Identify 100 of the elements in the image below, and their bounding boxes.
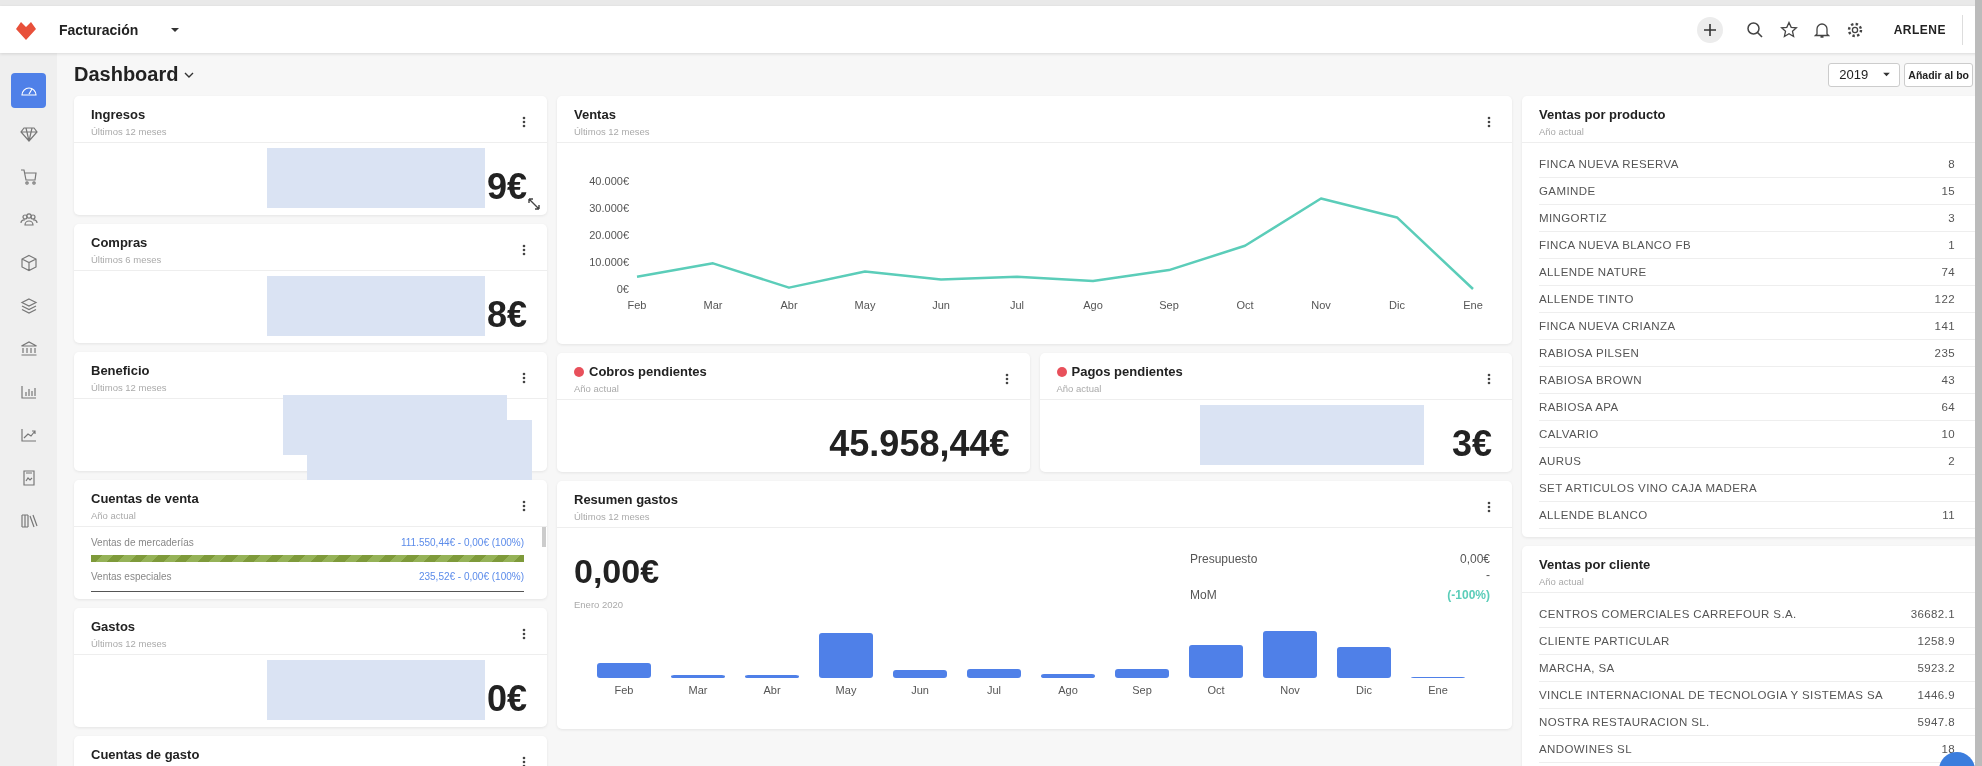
item-name: FINCA NUEVA RESERVA	[1539, 158, 1679, 170]
expense-bar	[1337, 647, 1391, 678]
y-axis-label: 0€	[616, 283, 629, 295]
cart-icon	[19, 167, 38, 186]
item-value: 5947.8	[1917, 716, 1955, 728]
card-subtitle: Últimos 12 meses	[91, 382, 167, 393]
month-label: Feb	[614, 684, 634, 696]
x-axis-label: Ene	[1463, 299, 1483, 311]
month-label: Dic	[1356, 684, 1372, 696]
card-title: Gastos	[91, 619, 137, 634]
account-name: Ventas especiales	[91, 571, 172, 582]
item-value: 11	[1942, 509, 1955, 521]
item-name: ANDOWINES SL	[1539, 743, 1632, 755]
x-axis-label: Dic	[1389, 299, 1405, 311]
item-value: 1446.9	[1917, 689, 1955, 701]
star-icon[interactable]	[1779, 20, 1798, 39]
item-name: ALLENDE NATURE	[1539, 266, 1647, 278]
more-icon[interactable]	[522, 244, 526, 256]
item-value: 18	[1941, 743, 1955, 755]
item-name: CENTROS COMERCIALES CARREFOUR S.A.	[1539, 608, 1797, 620]
caret-icon	[184, 71, 195, 78]
bank-icon	[19, 339, 38, 358]
x-axis-label: Sep	[1159, 299, 1179, 311]
item-name: SET ARTICULOS VINO CAJA MADERA	[1539, 482, 1757, 494]
card-subtitle: Últimos 6 meses	[91, 254, 162, 265]
resize-icon[interactable]	[528, 198, 540, 210]
amount-value: 3€	[1451, 426, 1492, 462]
more-icon[interactable]	[1004, 373, 1009, 385]
year-select[interactable]: 2019	[1828, 62, 1901, 87]
app-switcher[interactable]: Facturación	[59, 21, 181, 38]
layers-icon	[19, 296, 38, 315]
month-label: Sep	[1132, 684, 1152, 696]
more-icon[interactable]	[1487, 116, 1491, 128]
item-value: 74	[1941, 266, 1955, 278]
item-name: RABIOSA PILSEN	[1539, 347, 1640, 359]
more-icon[interactable]	[1487, 501, 1491, 513]
card-title: Ventas	[574, 107, 617, 122]
budget-label: Presupuesto	[1190, 552, 1258, 566]
amount-value: 8€	[486, 297, 527, 333]
expense-bar	[1115, 669, 1169, 678]
month-label: Ene	[1428, 684, 1448, 696]
settings-icon[interactable]	[1845, 20, 1864, 39]
mom-value: (-100%)	[1447, 588, 1490, 602]
item-value: 10	[1941, 428, 1955, 440]
account-name: Ventas de mercaderías	[91, 537, 194, 548]
item-name: NOSTRA RESTAURACION SL.	[1539, 716, 1710, 728]
people-icon	[19, 210, 38, 229]
item-name: CLIENTE PARTICULAR	[1539, 635, 1670, 647]
card-subtitle: Últimos 12 meses	[574, 126, 650, 137]
search-icon[interactable]	[1745, 20, 1764, 39]
item-name: MINGORTIZ	[1539, 212, 1607, 224]
expense-bar	[745, 675, 799, 678]
item-value: 43	[1941, 374, 1955, 386]
caret-icon	[170, 26, 181, 33]
account-amount: 235,52€ - 0,00€ (100%)	[418, 571, 524, 582]
item-value: 5923.2	[1917, 662, 1955, 674]
month-label: May	[835, 684, 857, 696]
amount-value: 9€	[486, 169, 527, 205]
card-title: Ventas por producto	[1539, 107, 1666, 122]
card-title: Ingresos	[91, 107, 147, 122]
item-name: MARCHA, SA	[1539, 662, 1615, 674]
card-subtitle: Últimos 12 meses	[91, 126, 167, 137]
month-label: Ago	[1058, 684, 1078, 696]
bell-icon[interactable]	[1813, 20, 1830, 39]
budget-note: -	[1486, 568, 1490, 582]
card-title: Compras	[91, 235, 149, 250]
more-icon[interactable]	[522, 628, 526, 640]
more-icon[interactable]	[1487, 373, 1491, 385]
more-icon[interactable]	[522, 500, 526, 512]
plus-icon	[1701, 21, 1718, 38]
caret-icon	[1882, 72, 1892, 77]
add-button[interactable]	[1696, 16, 1723, 43]
period-label: Enero 2020	[574, 599, 625, 610]
expense-bar	[893, 670, 947, 678]
item-name: FINCA NUEVA CRIANZA	[1539, 320, 1676, 332]
card-subtitle: Últimos 12 meses	[91, 638, 167, 649]
card-subtitle: Año actual	[1539, 576, 1585, 587]
card-subtitle: Año actual	[1056, 383, 1103, 394]
card-title: Pagos pendientes	[1071, 364, 1183, 379]
add-widget-button[interactable]: Añadir al bo	[1904, 62, 1973, 87]
more-icon[interactable]	[522, 116, 526, 128]
user-menu[interactable]: ARLENE	[1893, 22, 1946, 37]
card-title: Cobros pendientes	[589, 364, 707, 379]
more-icon[interactable]	[522, 756, 526, 766]
expense-bar	[967, 669, 1021, 678]
item-value: 64	[1941, 401, 1955, 413]
dashboard-selector[interactable]: Dashboard	[74, 63, 195, 86]
mom-label: MoM	[1190, 588, 1217, 602]
item-value: 122	[1934, 293, 1955, 305]
x-axis-label: Mar	[703, 299, 723, 311]
card-title: Cuentas de venta	[91, 491, 199, 506]
item-value: 8	[1948, 158, 1955, 170]
item-value: 3	[1948, 212, 1955, 224]
item-value: 235	[1934, 347, 1955, 359]
item-name: VINCLE INTERNACIONAL DE TECNOLOGIA Y SISTEMAS SA	[1539, 689, 1884, 701]
sidebar-item[interactable]	[11, 73, 46, 108]
card-subtitle: Últimos 12 meses	[574, 511, 651, 522]
books-icon	[19, 511, 38, 530]
account-amount: 111.550,44€ - 0,00€ (100%)	[400, 537, 524, 548]
more-icon[interactable]	[522, 372, 526, 384]
